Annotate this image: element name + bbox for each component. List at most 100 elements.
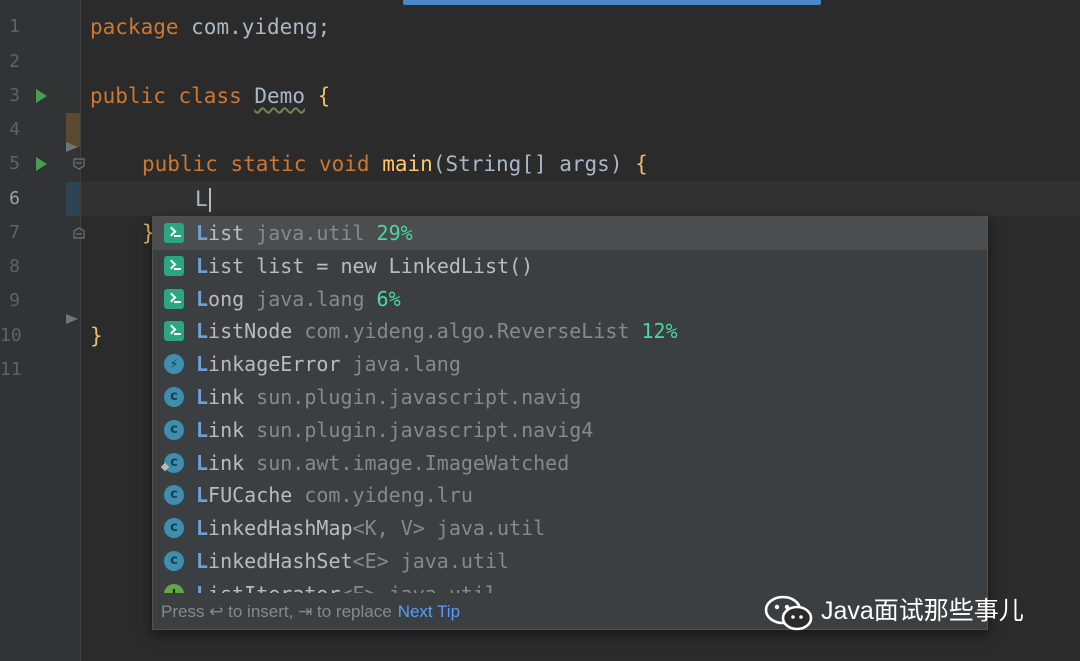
keyword: public [90, 84, 166, 108]
text-caret [208, 188, 211, 212]
usage-percent: 29% [376, 221, 413, 245]
completion-item-text: Link sun.awt.image.ImageWatched [196, 447, 569, 480]
line-number: 9 [9, 290, 20, 311]
wechat-icon [764, 595, 813, 631]
footer-hint-text: Press ↩ to insert, ⇥ to replace [161, 602, 392, 621]
code-editor[interactable]: 1 2 3 4 5 6 7 8 9 10 11 package com.yide… [0, 0, 1080, 661]
code-line-current[interactable]: L [195, 182, 211, 216]
type-params: <K, V> [352, 516, 425, 541]
code-line-class[interactable]: public class Demo { [90, 79, 330, 113]
completion-item-text: ListIterator<E> java.util [196, 578, 497, 593]
line-number: 3 [9, 85, 20, 106]
completion-location: java.lang [352, 352, 461, 377]
completion-name: ist [208, 221, 245, 245]
completion-location: java.util [389, 582, 497, 593]
completion-list[interactable]: List java.util 29% List list = new LinkedLi… [153, 217, 987, 593]
completion-name: ong [208, 286, 245, 311]
match-prefix: L [196, 319, 209, 344]
completion-item-text: LinkedHashMap<K, V> java.util [196, 512, 545, 545]
match-prefix: L [196, 286, 209, 311]
match-prefix: L [196, 417, 209, 442]
fold-marker-icon[interactable] [66, 314, 78, 324]
line-number: 10 [0, 325, 22, 346]
completion-name: istNode [208, 319, 293, 344]
code-line-package[interactable]: package com.yideng; [90, 10, 330, 44]
editor-gutter[interactable]: 1 2 3 4 5 6 7 8 9 10 11 [0, 0, 85, 661]
class-icon [164, 452, 184, 473]
completion-item[interactable]: ListNode com.yideng.algo.ReverseList 12% [153, 315, 987, 348]
completion-name: inkageError [208, 352, 341, 377]
completion-name: inkedHashSet [208, 549, 353, 573]
run-main-icon[interactable] [36, 157, 47, 171]
match-prefix: L [196, 221, 209, 245]
completion-location: java.util [436, 516, 546, 541]
watermark-text: Java面试那些事儿 [821, 597, 1024, 625]
method-name: main [382, 152, 433, 176]
completion-name: istIterator [208, 582, 340, 593]
completion-name: ink [208, 385, 245, 409]
completion-item[interactable]: LinkedHashSet<E> java.util [153, 545, 987, 578]
match-prefix: L [196, 582, 208, 593]
next-tip-link[interactable]: Next Tip [398, 602, 460, 621]
keyword: public static void [142, 152, 370, 176]
interface-icon [164, 583, 184, 593]
match-prefix: L [196, 352, 209, 377]
type-params: <E> [352, 549, 389, 573]
exception-class-icon [164, 354, 184, 375]
completion-location: sun.plugin.javascript.navig [256, 385, 582, 409]
completion-item-text: Link sun.plugin.javascript.navig4 [196, 414, 593, 447]
completion-item[interactable]: Link sun.awt.image.ImageWatched [153, 447, 987, 480]
line-number: 4 [9, 119, 20, 140]
completion-item[interactable]: Link sun.plugin.javascript.navig4 [153, 414, 987, 447]
completion-name: ist list = new LinkedList() [208, 253, 534, 278]
type-params: <E> [341, 582, 377, 593]
completion-item[interactable]: Long java.lang 6% [153, 283, 987, 316]
completion-location: sun.plugin.javascript.navig4 [256, 417, 594, 442]
code-line-main[interactable]: public static void main(String[] args) { [142, 147, 648, 181]
keyword: package [90, 15, 179, 39]
completion-item[interactable]: LFUCache com.yideng.lru [153, 479, 987, 512]
fold-start-icon[interactable] [73, 158, 85, 170]
line-number: 8 [9, 256, 20, 277]
line-number: 1 [9, 16, 20, 37]
completion-location: sun.awt.image.ImageWatched [256, 450, 570, 475]
change-marker [66, 182, 80, 216]
live-template-icon [164, 321, 184, 342]
completion-item[interactable]: Link sun.plugin.javascript.navig [153, 381, 987, 414]
usage-percent: 6% [376, 286, 401, 311]
completion-name: ink [208, 417, 245, 442]
completion-item-text: List java.util 29% [196, 217, 413, 250]
completion-location: java.lang [256, 286, 365, 311]
completion-item[interactable]: List list = new LinkedList() [153, 250, 987, 283]
keyword: class [178, 84, 242, 108]
live-template-icon [164, 255, 184, 276]
fold-end-icon[interactable] [73, 227, 85, 239]
match-prefix: L [196, 549, 209, 573]
class-icon [164, 387, 184, 407]
fold-marker-icon[interactable] [66, 142, 78, 152]
completion-name: FUCache [208, 483, 293, 508]
class-name: Demo [254, 84, 305, 108]
active-tab-indicator [403, 0, 821, 5]
completion-item-text: List list = new LinkedList() [196, 250, 533, 283]
completion-popup[interactable]: List java.util 29% List list = new LinkedLi… [152, 216, 988, 630]
completion-name: inkedHashMap [208, 516, 353, 541]
completion-location: java.util [256, 221, 365, 245]
package-name: com.yideng; [178, 15, 331, 39]
live-template-icon [164, 223, 184, 243]
match-prefix: L [196, 253, 209, 278]
line-number: 2 [9, 51, 20, 72]
brace: { [317, 84, 331, 108]
class-icon [164, 419, 184, 440]
match-prefix: L [196, 516, 209, 541]
completion-item-text: LFUCache com.yideng.lru [196, 479, 473, 512]
usage-percent: 12% [641, 319, 678, 344]
code-line-close-class[interactable]: } [90, 319, 103, 353]
run-class-icon[interactable] [36, 89, 47, 103]
completion-item[interactable]: LinkageError java.lang [153, 348, 987, 381]
completion-item[interactable]: LinkedHashMap<K, V> java.util [153, 512, 987, 545]
line-number: 11 [0, 359, 22, 380]
completion-item[interactable]: List java.util 29% [153, 217, 987, 250]
brace: } [90, 324, 103, 348]
class-icon [164, 551, 184, 571]
